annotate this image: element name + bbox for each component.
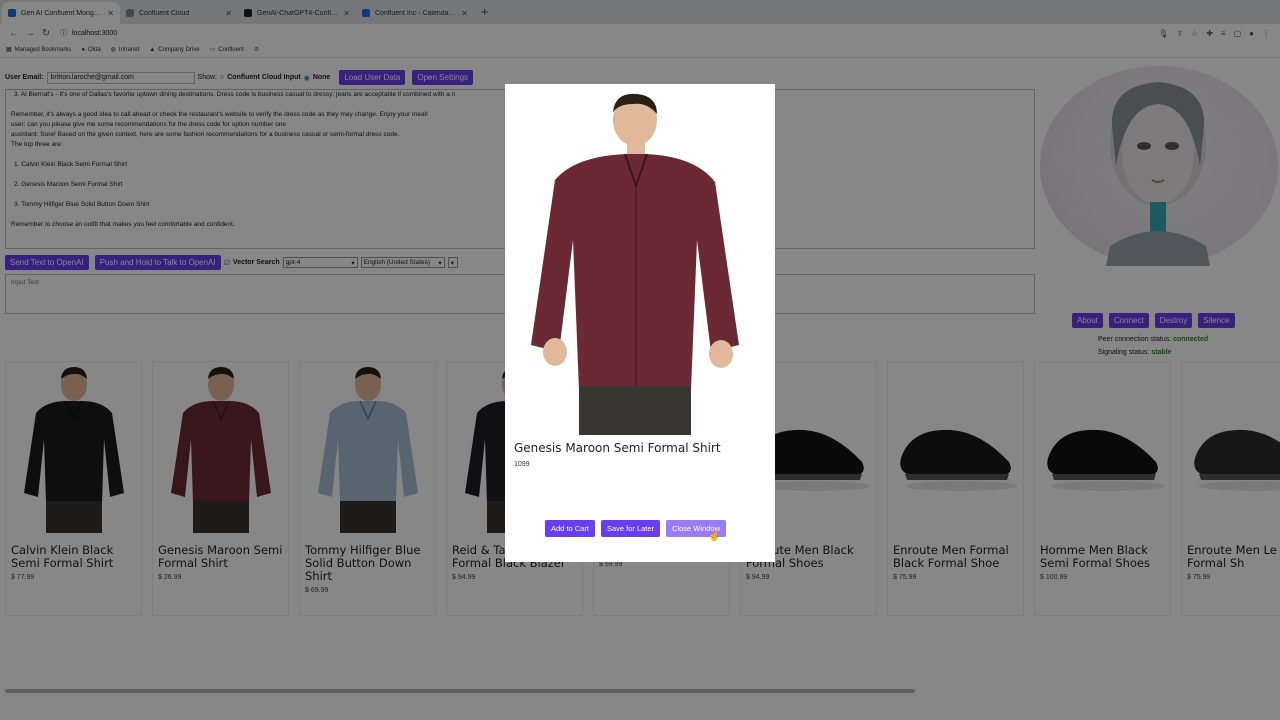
mouse-cursor-icon: ☝ xyxy=(708,531,721,542)
modal-actions: Add to Cart Save for Later Close Window xyxy=(545,520,726,537)
modal-product-number: 1099 xyxy=(514,461,530,468)
product-image xyxy=(515,90,765,435)
product-modal: Genesis Maroon Semi Formal Shirt 1099 Ad… xyxy=(505,84,775,562)
add-to-cart-button[interactable]: Add to Cart xyxy=(545,520,595,537)
modal-title: Genesis Maroon Semi Formal Shirt xyxy=(514,441,721,455)
save-for-later-button[interactable]: Save for Later xyxy=(600,520,661,537)
